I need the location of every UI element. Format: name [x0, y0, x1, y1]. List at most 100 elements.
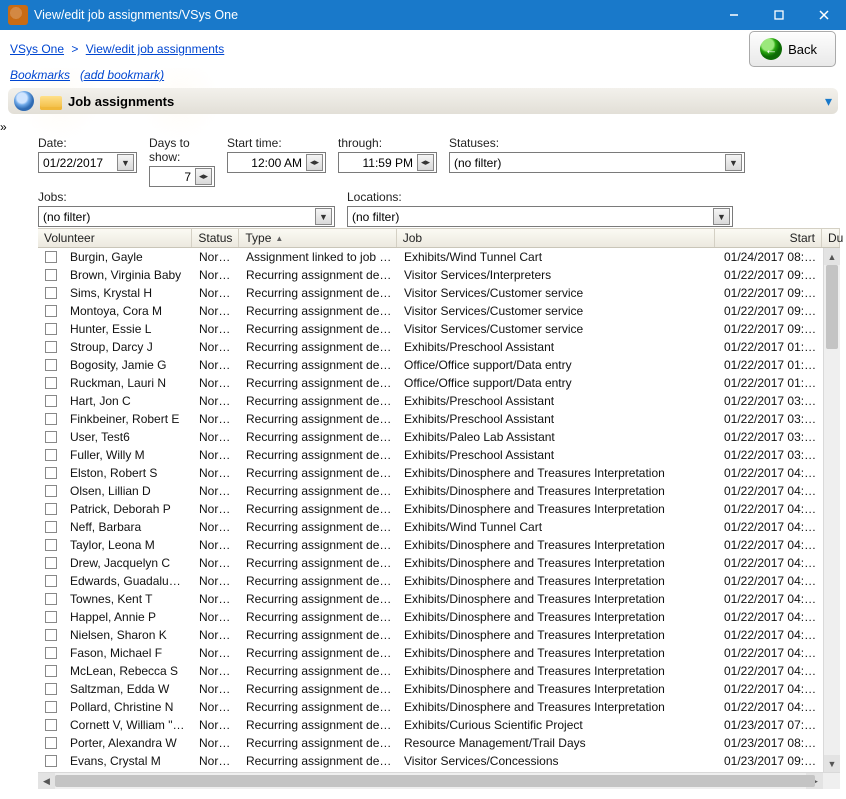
row-checkbox[interactable] [45, 287, 57, 299]
row-checkbox[interactable] [45, 683, 57, 695]
row-checkbox[interactable] [45, 503, 57, 515]
table-row[interactable]: Pollard, Christine NNormalRecurring assi… [38, 698, 840, 716]
date-input[interactable]: 01/22/2017 ▼ [38, 152, 137, 173]
row-checkbox[interactable] [45, 521, 57, 533]
scroll-track[interactable] [824, 265, 840, 755]
table-row[interactable]: Happel, Annie PNormalRecurring assignmen… [38, 608, 840, 626]
statuses-select[interactable]: (no filter) ▼ [449, 152, 745, 173]
cell-start: 01/22/2017 04:00PM [718, 538, 826, 552]
table-row[interactable]: Brown, Virginia BabyNormalRecurring assi… [38, 266, 840, 284]
minimize-button[interactable] [711, 0, 756, 30]
section-dropdown-icon[interactable]: ▾ [825, 93, 832, 110]
cell-status: Normal [193, 430, 240, 444]
maximize-button[interactable] [756, 0, 801, 30]
scroll-thumb[interactable] [55, 775, 815, 787]
row-checkbox[interactable] [45, 593, 57, 605]
col-volunteer[interactable]: Volunteer [38, 229, 192, 247]
table-row[interactable]: Cornett V, William "Mr. C"NormalRecurrin… [38, 716, 840, 734]
collapse-all-icon[interactable]: » [0, 120, 7, 134]
row-checkbox-cell [38, 539, 64, 551]
table-row[interactable]: Nielsen, Sharon KNormalRecurring assignm… [38, 626, 840, 644]
col-start[interactable]: Start [715, 229, 822, 247]
table-row[interactable]: Porter, Alexandra WNormalRecurring assig… [38, 734, 840, 752]
table-row[interactable]: Bogosity, Jamie GNormalRecurring assignm… [38, 356, 840, 374]
scroll-up-icon[interactable]: ▲ [824, 248, 840, 265]
table-row[interactable]: Hunter, Essie LNormalRecurring assignmen… [38, 320, 840, 338]
row-checkbox[interactable] [45, 485, 57, 497]
row-checkbox[interactable] [45, 755, 57, 767]
days-to-show-input[interactable]: 7 ◂▸ [149, 166, 215, 187]
table-row[interactable]: Finkbeiner, Robert ENormalRecurring assi… [38, 410, 840, 428]
locations-select[interactable]: (no filter) ▼ [347, 206, 733, 227]
row-checkbox[interactable] [45, 539, 57, 551]
table-row[interactable]: Patrick, Deborah PNormalRecurring assign… [38, 500, 840, 518]
table-row[interactable]: Evans, Crystal MNormalRecurring assignme… [38, 752, 840, 770]
jobs-select[interactable]: (no filter) ▼ [38, 206, 335, 227]
row-checkbox[interactable] [45, 431, 57, 443]
row-checkbox[interactable] [45, 701, 57, 713]
table-row[interactable]: Burgin, GayleNormalAssignment linked to … [38, 248, 840, 266]
table-row[interactable]: Ruckman, Lauri NNormalRecurring assignme… [38, 374, 840, 392]
row-checkbox[interactable] [45, 305, 57, 317]
start-time-input[interactable]: 12:00 AM ◂▸ [227, 152, 326, 173]
row-checkbox[interactable] [45, 341, 57, 353]
row-checkbox[interactable] [45, 269, 57, 281]
through-time-input[interactable]: 11:59 PM ◂▸ [338, 152, 437, 173]
row-checkbox[interactable] [45, 323, 57, 335]
table-row[interactable]: Montoya, Cora MNormalRecurring assignmen… [38, 302, 840, 320]
row-checkbox[interactable] [45, 719, 57, 731]
table-row[interactable]: Elston, Robert SNormalRecurring assignme… [38, 464, 840, 482]
table-row[interactable]: Fason, Michael FNormalRecurring assignme… [38, 644, 840, 662]
col-job[interactable]: Job [397, 229, 716, 247]
nav-forward-icon[interactable] [14, 91, 34, 111]
table-row[interactable]: User, Test6NormalRecurring assignment de… [38, 428, 840, 446]
back-button[interactable]: ← Back [749, 31, 836, 67]
breadcrumb-current-link[interactable]: View/edit job assignments [86, 42, 225, 56]
scroll-track[interactable] [55, 773, 806, 789]
col-status[interactable]: Status [192, 229, 239, 247]
horizontal-scrollbar[interactable]: ◀ ▶ [38, 772, 840, 789]
row-checkbox[interactable] [45, 359, 57, 371]
row-checkbox[interactable] [45, 377, 57, 389]
row-checkbox[interactable] [45, 665, 57, 677]
cell-status: Normal [193, 556, 240, 570]
table-row[interactable]: Stroup, Darcy JNormalRecurring assignmen… [38, 338, 840, 356]
table-row[interactable]: Ponce, Richard TNormalRecurring assignme… [38, 770, 840, 772]
close-button[interactable] [801, 0, 846, 30]
table-row[interactable]: Fuller, Willy MNormalRecurring assignmen… [38, 446, 840, 464]
cell-job: Exhibits/Preschool Assistant [398, 340, 718, 354]
row-checkbox[interactable] [45, 575, 57, 587]
row-checkbox[interactable] [45, 251, 57, 263]
table-row[interactable]: Taylor, Leona MNormalRecurring assignmen… [38, 536, 840, 554]
row-checkbox[interactable] [45, 647, 57, 659]
table-row[interactable]: Hart, Jon CNormalRecurring assignment de… [38, 392, 840, 410]
col-type[interactable]: Type▲ [239, 229, 396, 247]
row-checkbox[interactable] [45, 557, 57, 569]
scroll-left-icon[interactable]: ◀ [38, 773, 55, 789]
vertical-scrollbar[interactable]: ▲ ▼ [823, 248, 840, 772]
row-checkbox[interactable] [45, 413, 57, 425]
scroll-down-icon[interactable]: ▼ [824, 755, 840, 772]
row-checkbox[interactable] [45, 395, 57, 407]
row-checkbox[interactable] [45, 467, 57, 479]
table-row[interactable]: Saltzman, Edda WNormalRecurring assignme… [38, 680, 840, 698]
cell-job: Exhibits/Dinosphere and Treasures Interp… [398, 592, 718, 606]
row-checkbox[interactable] [45, 629, 57, 641]
breadcrumb-root-link[interactable]: VSys One [10, 42, 64, 56]
add-bookmark-link[interactable]: (add bookmark) [80, 68, 164, 82]
table-row[interactable]: Sims, Krystal HNormalRecurring assignmen… [38, 284, 840, 302]
table-body[interactable]: Burgin, GayleNormalAssignment linked to … [38, 248, 840, 772]
bookmarks-link[interactable]: Bookmarks [10, 68, 70, 82]
table-row[interactable]: McLean, Rebecca SNormalRecurring assignm… [38, 662, 840, 680]
table-row[interactable]: Edwards, Guadalupe JNormalRecurring assi… [38, 572, 840, 590]
table-row[interactable]: Neff, BarbaraNormalRecurring assignment … [38, 518, 840, 536]
col-duration[interactable]: Du [822, 229, 840, 247]
table-row[interactable]: Townes, Kent TNormalRecurring assignment… [38, 590, 840, 608]
table-row[interactable]: Olsen, Lillian DNormalRecurring assignme… [38, 482, 840, 500]
row-checkbox[interactable] [45, 737, 57, 749]
row-checkbox[interactable] [45, 611, 57, 623]
scroll-thumb[interactable] [826, 265, 838, 349]
table-row[interactable]: Drew, Jacquelyn CNormalRecurring assignm… [38, 554, 840, 572]
row-checkbox-cell [38, 305, 64, 317]
row-checkbox[interactable] [45, 449, 57, 461]
